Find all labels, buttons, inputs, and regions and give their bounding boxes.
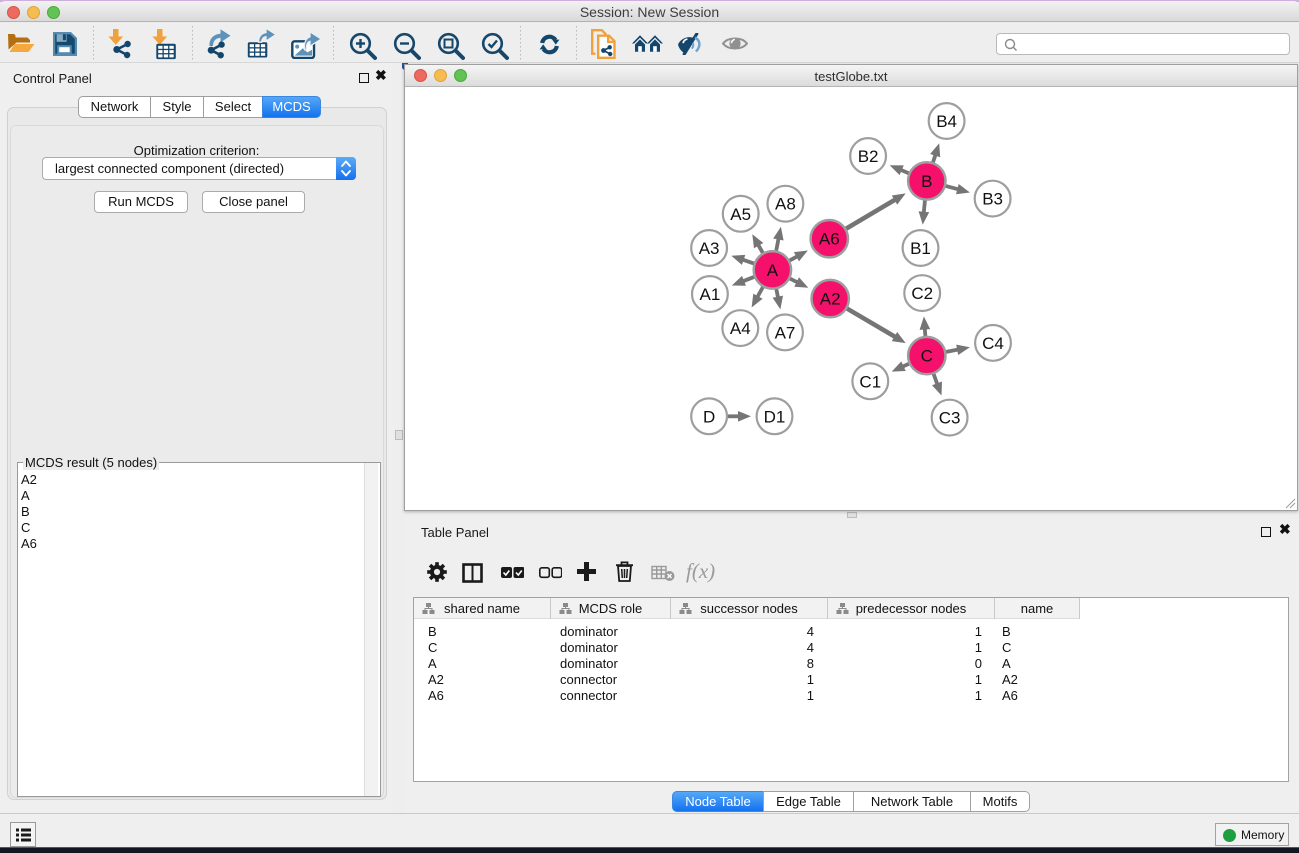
svg-text:A6: A6: [819, 230, 840, 249]
svg-text:D1: D1: [764, 407, 786, 426]
svg-text:B1: B1: [910, 239, 931, 258]
svg-text:C: C: [921, 347, 933, 366]
svg-text:A7: A7: [775, 323, 796, 342]
svg-text:A5: A5: [730, 205, 751, 224]
svg-text:A4: A4: [730, 319, 751, 338]
svg-text:A: A: [767, 261, 779, 280]
svg-text:B3: B3: [982, 190, 1003, 209]
svg-text:A8: A8: [775, 195, 796, 214]
svg-text:A3: A3: [699, 239, 720, 258]
svg-text:B: B: [921, 172, 932, 191]
svg-text:A2: A2: [820, 290, 841, 309]
svg-text:D: D: [703, 407, 715, 426]
svg-text:C2: C2: [911, 284, 933, 303]
svg-text:C3: C3: [939, 409, 961, 428]
svg-text:A1: A1: [700, 285, 721, 304]
svg-text:B4: B4: [936, 112, 957, 131]
svg-text:C1: C1: [859, 372, 881, 391]
svg-text:B2: B2: [858, 147, 879, 166]
svg-text:C4: C4: [982, 334, 1004, 353]
